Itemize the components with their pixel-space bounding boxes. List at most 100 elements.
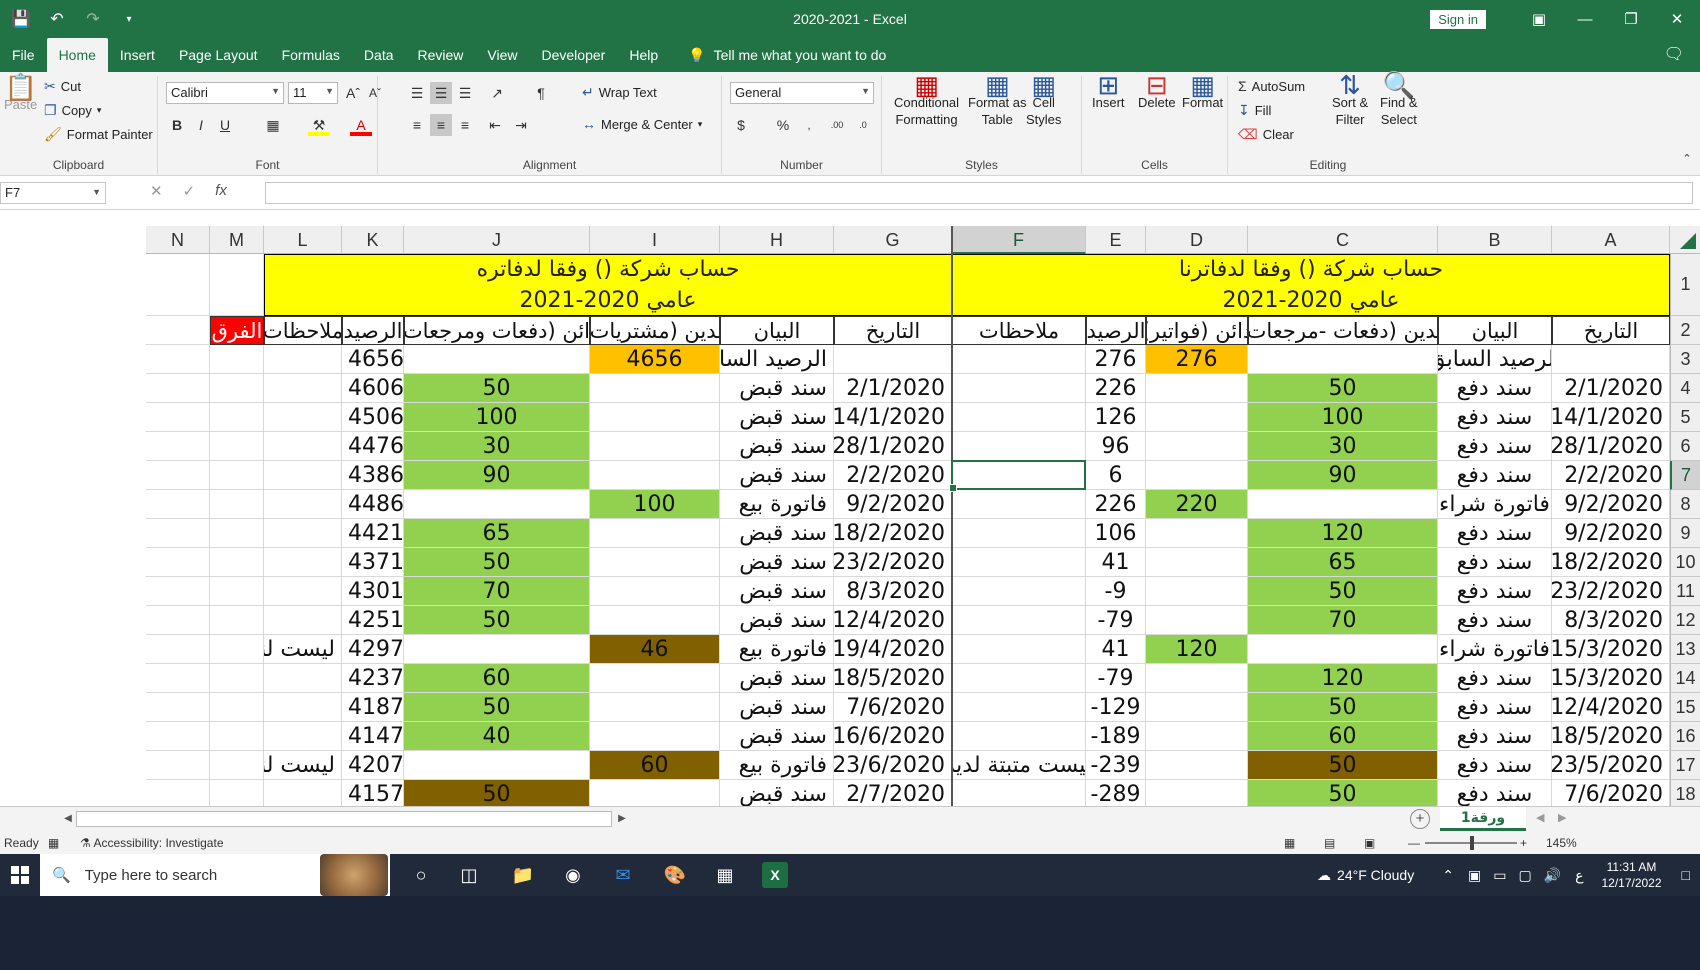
data-cell-j3[interactable] bbox=[404, 345, 590, 374]
data-cell-j6[interactable]: 30 bbox=[404, 432, 590, 461]
data-cell-e7[interactable]: 6 bbox=[1086, 461, 1146, 490]
data-cell-i13[interactable]: 46 bbox=[590, 635, 720, 664]
data-cell-a5[interactable]: 14/1/2020 bbox=[1552, 403, 1670, 432]
data-cell-b18[interactable]: سند دفع bbox=[1438, 780, 1552, 809]
data-cell-g10[interactable]: 23/2/2020 bbox=[834, 548, 952, 577]
data-cell-h5[interactable]: سند قبض bbox=[720, 403, 834, 432]
data-cell-b15[interactable]: سند دفع bbox=[1438, 693, 1552, 722]
tab-view[interactable]: View bbox=[475, 38, 529, 72]
excel-icon[interactable]: X bbox=[762, 862, 788, 888]
header-cell-j[interactable]: دائن (دفعات ومرجعات) bbox=[404, 316, 590, 345]
data-cell-e13[interactable]: 41 bbox=[1086, 635, 1146, 664]
row-header-7[interactable]: 7 bbox=[1670, 461, 1700, 490]
data-cell-g18[interactable]: 2/7/2020 bbox=[834, 780, 952, 809]
merge-center-button[interactable]: ↔ Merge & Center ▾ bbox=[582, 116, 702, 132]
data-cell-j9[interactable]: 65 bbox=[404, 519, 590, 548]
cell-n4[interactable] bbox=[146, 374, 210, 403]
column-header-f[interactable]: F bbox=[952, 226, 1086, 254]
cell-n11[interactable] bbox=[146, 577, 210, 606]
data-cell-k16[interactable]: 4147 bbox=[342, 722, 404, 751]
tab-data[interactable]: Data bbox=[352, 38, 406, 72]
format-as-table-button[interactable]: ▦ Format as Table bbox=[968, 72, 1027, 127]
data-cell-e17[interactable]: -239 bbox=[1086, 751, 1146, 780]
header-cell-d[interactable]: دائن (فواتير) bbox=[1146, 316, 1248, 345]
data-cell-f3[interactable] bbox=[952, 345, 1086, 374]
row-header-6[interactable]: 6 bbox=[1670, 432, 1700, 461]
cell-m16[interactable] bbox=[210, 722, 264, 751]
data-cell-d15[interactable] bbox=[1146, 693, 1248, 722]
network-icon[interactable]: ▣ bbox=[1462, 867, 1487, 884]
data-cell-i12[interactable] bbox=[590, 606, 720, 635]
cell-m8[interactable] bbox=[210, 490, 264, 519]
increase-font-icon[interactable]: Aˆ bbox=[342, 82, 364, 104]
data-cell-b5[interactable]: سند دفع bbox=[1438, 403, 1552, 432]
data-cell-i10[interactable] bbox=[590, 548, 720, 577]
data-cell-a4[interactable]: 2/1/2020 bbox=[1552, 374, 1670, 403]
wrap-text-button[interactable]: ↵ Wrap Text bbox=[582, 84, 657, 101]
column-header-k[interactable]: K bbox=[342, 226, 404, 254]
accessibility-status[interactable]: ⚗ Accessibility: Investigate bbox=[80, 836, 224, 850]
data-cell-d11[interactable] bbox=[1146, 577, 1248, 606]
file-explorer-icon[interactable]: 📁 bbox=[510, 862, 536, 888]
data-cell-j17[interactable] bbox=[404, 751, 590, 780]
cell-m17[interactable] bbox=[210, 751, 264, 780]
cell-m5[interactable] bbox=[210, 403, 264, 432]
increase-indent-icon[interactable]: ⇥ bbox=[510, 114, 532, 136]
cell-m11[interactable] bbox=[210, 577, 264, 606]
data-cell-c3[interactable] bbox=[1248, 345, 1438, 374]
page-layout-view-icon[interactable]: ▤ bbox=[1324, 836, 1335, 850]
data-cell-f13[interactable] bbox=[952, 635, 1086, 664]
macro-record-icon[interactable]: ▦ bbox=[48, 836, 59, 850]
number-format-combo[interactable]: General ▼ bbox=[730, 82, 874, 104]
data-cell-c10[interactable]: 65 bbox=[1248, 548, 1438, 577]
data-cell-f8[interactable] bbox=[952, 490, 1086, 519]
tab-home[interactable]: Home bbox=[46, 38, 108, 72]
data-cell-g17[interactable]: 23/6/2020 bbox=[834, 751, 952, 780]
data-cell-f7[interactable] bbox=[952, 461, 1086, 490]
zoom-in-icon[interactable]: + bbox=[1520, 836, 1527, 850]
percent-icon[interactable]: % bbox=[772, 114, 794, 136]
copy-button[interactable]: ❐ Copy ▾ bbox=[44, 102, 101, 119]
paint-icon[interactable]: 🎨 bbox=[662, 862, 688, 888]
header-cell-e[interactable]: الرصيد bbox=[1086, 316, 1146, 345]
mail-icon[interactable]: ✉ bbox=[610, 862, 636, 888]
insert-function-icon[interactable]: fx bbox=[215, 182, 227, 200]
task-view-icon[interactable]: ◫ bbox=[456, 862, 482, 888]
clear-button[interactable]: ⌫ Clear bbox=[1238, 126, 1294, 143]
data-cell-c15[interactable]: 50 bbox=[1248, 693, 1438, 722]
formula-input[interactable] bbox=[265, 182, 1693, 204]
data-cell-e14[interactable]: -79 bbox=[1086, 664, 1146, 693]
horizontal-scrollbar[interactable] bbox=[76, 811, 612, 827]
cell-m12[interactable] bbox=[210, 606, 264, 635]
row-header-17[interactable]: 17 bbox=[1670, 751, 1700, 780]
column-header-g[interactable]: G bbox=[834, 226, 952, 254]
cell-m15[interactable] bbox=[210, 693, 264, 722]
data-cell-l3[interactable] bbox=[264, 345, 342, 374]
data-cell-d6[interactable] bbox=[1146, 432, 1248, 461]
data-cell-d14[interactable] bbox=[1146, 664, 1248, 693]
cell-m7[interactable] bbox=[210, 461, 264, 490]
close-icon[interactable]: ✕ bbox=[1654, 0, 1700, 38]
display-icon[interactable]: ▢ bbox=[1512, 867, 1537, 884]
data-cell-g5[interactable]: 14/1/2020 bbox=[834, 403, 952, 432]
data-cell-f15[interactable] bbox=[952, 693, 1086, 722]
data-cell-g4[interactable]: 2/1/2020 bbox=[834, 374, 952, 403]
cell-n12[interactable] bbox=[146, 606, 210, 635]
column-header-j[interactable]: J bbox=[404, 226, 590, 254]
header-cell-m[interactable]: الفرق bbox=[210, 316, 264, 345]
comments-icon[interactable]: 🗨 bbox=[1664, 38, 1700, 72]
clock[interactable]: 11:31 AM 12/17/2022 bbox=[1591, 859, 1671, 891]
data-cell-k10[interactable]: 4371 bbox=[342, 548, 404, 577]
align-middle-icon[interactable]: ☰ bbox=[430, 82, 452, 104]
cell-m1[interactable] bbox=[210, 254, 264, 316]
collapse-ribbon-icon[interactable]: ⌃ bbox=[1676, 148, 1698, 170]
data-cell-j7[interactable]: 90 bbox=[404, 461, 590, 490]
column-header-d[interactable]: D bbox=[1146, 226, 1248, 254]
column-header-l[interactable]: L bbox=[264, 226, 342, 254]
title-their-books[interactable]: حساب شركة () وفقا لدفاتره عامي 2020-2021 bbox=[264, 254, 952, 316]
sheet-next-icon[interactable]: ▶ bbox=[1558, 811, 1566, 824]
data-cell-b10[interactable]: سند دفع bbox=[1438, 548, 1552, 577]
data-cell-i8[interactable]: 100 bbox=[590, 490, 720, 519]
data-cell-f11[interactable] bbox=[952, 577, 1086, 606]
cell-n10[interactable] bbox=[146, 548, 210, 577]
